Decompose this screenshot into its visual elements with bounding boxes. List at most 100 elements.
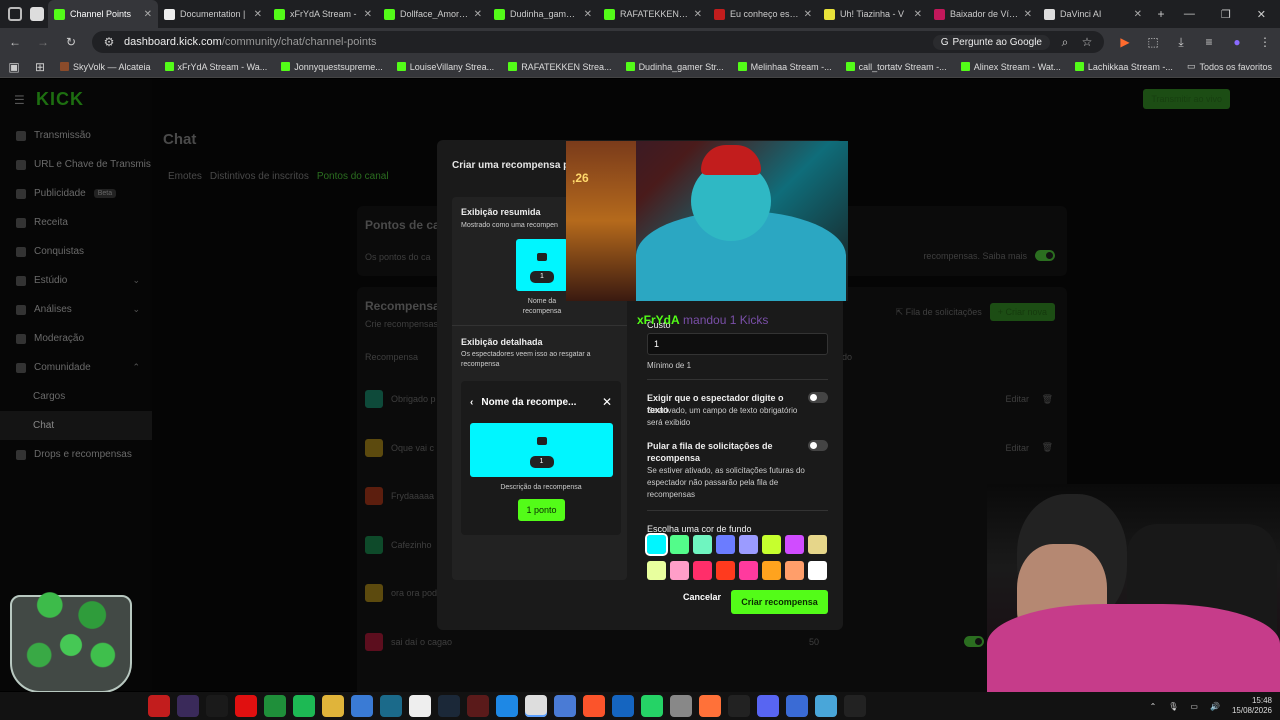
app-icon-21[interactable] (728, 695, 750, 717)
color-swatch[interactable] (762, 535, 781, 554)
tab-close-icon[interactable]: ✕ (254, 9, 262, 20)
tab-channel-points[interactable]: Pontos do canal (317, 171, 389, 182)
color-swatch[interactable] (785, 535, 804, 554)
color-swatch[interactable] (762, 561, 781, 580)
bookmark-item[interactable]: Jonnyquestsupreme... (281, 62, 383, 72)
queue-link[interactable]: ⇱ Fila de solicitações (896, 307, 982, 318)
edge-icon[interactable] (496, 695, 518, 717)
tab-close-icon[interactable]: ✕ (474, 9, 482, 20)
apps-icon[interactable]: ⊞ (34, 60, 46, 74)
sidebar-item[interactable]: Cargos (0, 382, 152, 411)
profile-avatar-icon[interactable]: ● (1230, 35, 1244, 49)
play-store-icon[interactable] (264, 695, 286, 717)
volume-icon[interactable]: 🔊 (1210, 702, 1220, 711)
color-swatch[interactable] (693, 561, 712, 580)
minimize-icon[interactable]: — (1184, 8, 1195, 21)
clock[interactable]: 15:48 15/08/2026 (1232, 696, 1272, 716)
app-icon-2[interactable] (177, 695, 199, 717)
sidebar-item[interactable]: Chat (0, 411, 152, 440)
tab-close-icon[interactable]: ✕ (364, 9, 372, 20)
browser-tab[interactable]: Dudinha_gamer S ✕ (488, 0, 598, 28)
firefox-icon[interactable] (699, 695, 721, 717)
chevron-icon[interactable]: ⌄ (132, 304, 140, 315)
browser-tab[interactable]: Baixador de Víde ✕ (928, 0, 1038, 28)
close-icon[interactable]: ✕ (602, 395, 612, 409)
folder-icon[interactable] (322, 695, 344, 717)
color-swatch[interactable] (716, 561, 735, 580)
bookmark-item[interactable]: SkyVolk — Alcateia (60, 62, 151, 72)
reward-toggle[interactable] (964, 636, 984, 647)
sidebar-item[interactable]: Moderação (0, 324, 152, 353)
browser-tab[interactable]: Eu conheço esse ✕ (708, 0, 818, 28)
browser-tab[interactable]: RAFATEKKEN Clip ✕ (598, 0, 708, 28)
app-icon-19[interactable] (670, 695, 692, 717)
extensions-icon[interactable]: ⬚ (1146, 35, 1160, 49)
chevron-icon[interactable]: ⌄ (132, 275, 140, 286)
color-swatch[interactable] (739, 561, 758, 580)
brave-icon[interactable] (583, 695, 605, 717)
sidebar-item[interactable]: Estúdio ⌄ (0, 266, 152, 295)
tab-close-icon[interactable]: ✕ (584, 9, 592, 20)
reload-icon[interactable]: ↻ (64, 35, 78, 49)
learn-more-text[interactable]: recompensas. Saiba mais (923, 251, 1027, 261)
require-text-toggle[interactable] (808, 392, 828, 403)
browser-tab[interactable]: Documentation | ✕ (158, 0, 268, 28)
color-swatch[interactable] (739, 535, 758, 554)
color-swatch[interactable] (645, 533, 668, 556)
sidebar-item[interactable]: Receita (0, 208, 152, 237)
app-icon-1[interactable] (148, 695, 170, 717)
sidebar-item[interactable]: Conquistas (0, 237, 152, 266)
sidebar-item[interactable]: Transmissão (0, 121, 152, 150)
discord-icon[interactable] (757, 695, 779, 717)
bookmark-item[interactable]: Alinex Stream - Wat... (960, 62, 1061, 72)
maximize-icon[interactable]: ❐ (1221, 8, 1231, 21)
app-icon-12[interactable] (467, 695, 489, 717)
chevron-icon[interactable]: ⌃ (132, 362, 140, 373)
color-swatch[interactable] (693, 535, 712, 554)
google-lens-button[interactable]: G Pergunte ao Google (932, 34, 1050, 50)
app-icon-25[interactable] (844, 695, 866, 717)
trash-icon[interactable]: 🗑 (1042, 442, 1053, 453)
create-reward-button[interactable]: Criar recompensa (731, 590, 828, 614)
close-window-icon[interactable]: ✕ (1257, 8, 1266, 21)
bookmark-item[interactable]: xFrYdA Stream - Wa... (164, 62, 267, 72)
sidebar-item[interactable]: Comunidade ⌃ (0, 353, 152, 382)
color-swatch[interactable] (647, 561, 666, 580)
bookmark-item[interactable]: LouiseVillany Strea... (396, 62, 494, 72)
profile-icon[interactable] (30, 7, 44, 21)
site-info-icon[interactable]: ⚙ (102, 35, 116, 49)
tab-search-icon[interactable] (8, 7, 22, 21)
back-chevron-icon[interactable]: ‹ (470, 397, 473, 408)
kick-logo[interactable]: KICK (36, 89, 84, 110)
mic-icon[interactable]: 🎙 (1168, 702, 1178, 711)
channel-points-toggle[interactable] (1035, 250, 1055, 261)
app-icon-17[interactable] (612, 695, 634, 717)
app-icon-23[interactable] (786, 695, 808, 717)
zoom-icon[interactable]: ⌕ (1058, 35, 1072, 50)
url-field[interactable]: ⚙ dashboard.kick.com/community/chat/chan… (92, 31, 1104, 53)
browser-tab[interactable]: Uh! Tiazinha - V ✕ (818, 0, 928, 28)
edit-button[interactable]: Editar (1005, 394, 1029, 404)
tab-close-icon[interactable]: ✕ (914, 9, 922, 20)
hamburger-icon[interactable]: ☰ (14, 93, 25, 107)
whatsapp-icon[interactable] (641, 695, 663, 717)
color-swatch[interactable] (808, 535, 827, 554)
app-icon-15[interactable] (554, 695, 576, 717)
bookmark-item[interactable]: RAFATEKKEN Strea... (508, 62, 612, 72)
sidebar-item[interactable]: Drops e recompensas (0, 440, 152, 469)
color-swatch[interactable] (716, 535, 735, 554)
cancel-button[interactable]: Cancelar (683, 592, 721, 602)
bookmark-item[interactable]: Lachikkaa Stream -... (1074, 62, 1173, 72)
new-tab-icon[interactable]: + (1154, 7, 1168, 21)
extension-brave-icon[interactable]: ▶ (1118, 35, 1132, 49)
tab-close-icon[interactable]: ✕ (144, 9, 152, 20)
forward-icon[interactable]: → (36, 35, 50, 49)
tab-emotes[interactable]: Emotes (168, 171, 202, 182)
youtube-icon[interactable] (235, 695, 257, 717)
store-icon[interactable] (409, 695, 431, 717)
sidebar-item[interactable]: URL e Chave de Transmis (0, 150, 152, 179)
create-new-button[interactable]: + Criar nova (989, 303, 1055, 321)
cost-input[interactable]: 1 (647, 333, 828, 355)
back-icon[interactable]: ← (8, 35, 22, 49)
tab-close-icon[interactable]: ✕ (1134, 9, 1142, 20)
